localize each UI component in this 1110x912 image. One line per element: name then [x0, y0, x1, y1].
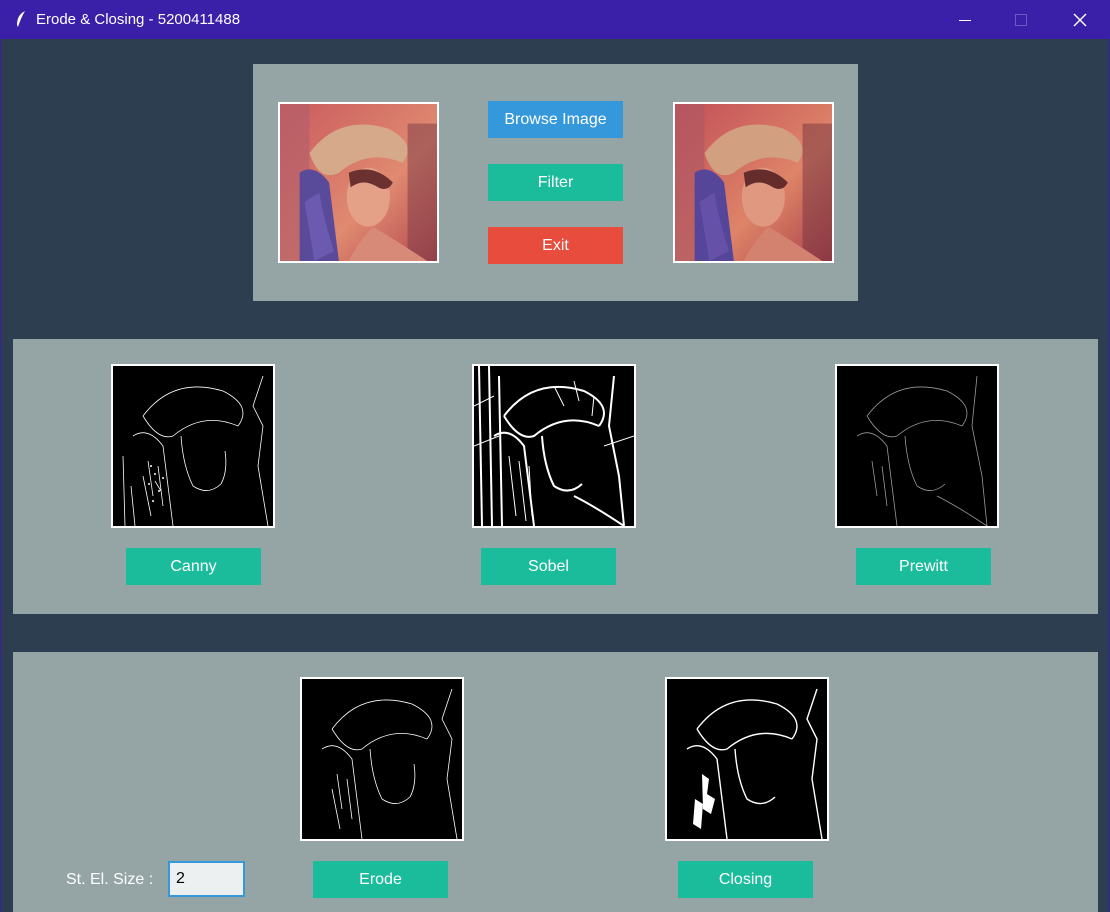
- close-icon: [1073, 13, 1087, 26]
- feather-icon: [14, 10, 28, 28]
- closing-result-image: [665, 677, 829, 841]
- maximize-button[interactable]: [998, 0, 1044, 39]
- maximize-icon: [1015, 13, 1027, 26]
- window-title: Erode & Closing - 5200411488: [36, 11, 241, 28]
- original-image: [278, 102, 439, 263]
- erode-button[interactable]: Erode: [313, 861, 448, 898]
- minimize-button[interactable]: [942, 0, 988, 39]
- filter-button[interactable]: Filter: [488, 164, 623, 201]
- canny-button[interactable]: Canny: [126, 548, 261, 585]
- struct-element-size-label: St. El. Size :: [66, 871, 154, 888]
- exit-button[interactable]: Exit: [488, 227, 623, 264]
- filtered-image: [673, 102, 834, 263]
- edge-detection-panel: Canny Sobel Prewitt: [13, 339, 1098, 614]
- erode-result-image: [300, 677, 464, 841]
- prewitt-button[interactable]: Prewitt: [856, 548, 991, 585]
- sobel-result-image: [472, 364, 636, 528]
- struct-element-size-input[interactable]: [168, 861, 245, 897]
- prewitt-result-image: [835, 364, 999, 528]
- morphology-panel: Erode Closing St. El. Size :: [13, 652, 1098, 912]
- browse-image-button[interactable]: Browse Image: [488, 101, 623, 138]
- window-titlebar[interactable]: Erode & Closing - 5200411488: [0, 0, 1110, 39]
- closing-button[interactable]: Closing: [678, 861, 813, 898]
- sobel-button[interactable]: Sobel: [481, 548, 616, 585]
- input-panel: Browse Image Filter Exit: [253, 64, 858, 301]
- canny-result-image: [111, 364, 275, 528]
- close-button[interactable]: [1057, 0, 1103, 39]
- minimize-icon: [959, 19, 971, 21]
